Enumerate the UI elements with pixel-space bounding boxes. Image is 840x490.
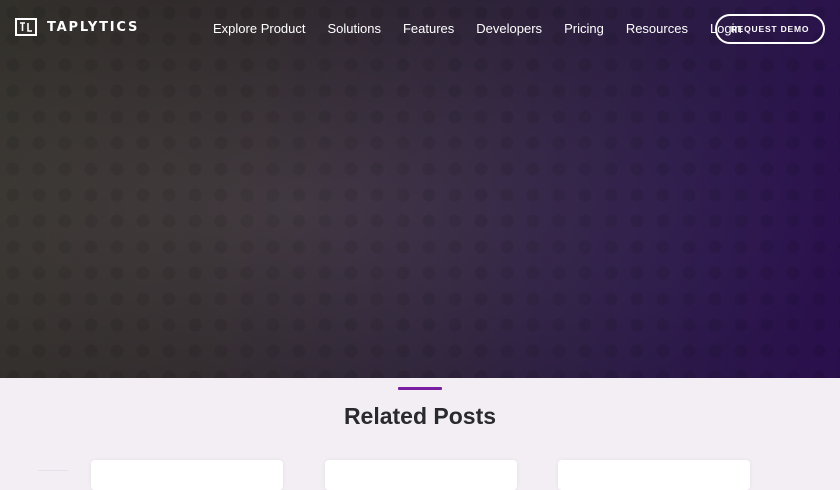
related-posts-section: Related Posts: [0, 378, 840, 490]
nav-link-features[interactable]: Features: [403, 21, 454, 36]
logo-mark-icon: [15, 18, 37, 36]
top-navigation: TAPLYTICS Explore Product Solutions Feat…: [0, 0, 840, 58]
brand-name: TAPLYTICS: [47, 19, 140, 35]
nav-link-developers[interactable]: Developers: [476, 21, 542, 36]
nav-link-resources[interactable]: Resources: [626, 21, 688, 36]
request-demo-button[interactable]: REQUEST DEMO: [715, 14, 825, 44]
nav-link-pricing[interactable]: Pricing: [564, 21, 604, 36]
nav-link-explore-product[interactable]: Explore Product: [213, 21, 306, 36]
related-post-card[interactable]: [558, 460, 750, 490]
nav-link-solutions[interactable]: Solutions: [328, 21, 381, 36]
section-accent-divider: [398, 387, 442, 390]
related-post-card[interactable]: [325, 460, 517, 490]
related-post-card[interactable]: [91, 460, 283, 490]
nav-links: Explore Product Solutions Features Devel…: [213, 21, 764, 36]
related-posts-title: Related Posts: [343, 403, 497, 429]
brand-logo[interactable]: TAPLYTICS: [15, 18, 139, 36]
